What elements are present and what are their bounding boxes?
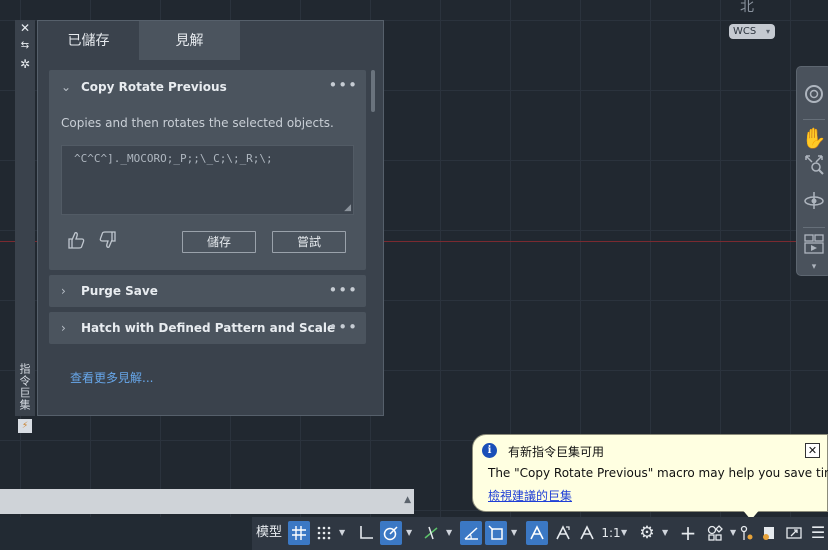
- snap-dropdown-icon[interactable]: ▼: [339, 521, 345, 545]
- card-description: Copies and then rotates the selected obj…: [61, 116, 334, 130]
- save-button[interactable]: 儲存: [182, 231, 256, 253]
- more-options-icon[interactable]: •••: [328, 275, 358, 305]
- workspace-dropdown-icon[interactable]: ▼: [662, 521, 668, 545]
- selection-dropdown-icon[interactable]: ▼: [511, 521, 517, 545]
- auto-hide-icon[interactable]: ⇆: [17, 39, 33, 53]
- steering-wheel-icon[interactable]: [800, 83, 828, 109]
- coordinate-tracking-icon[interactable]: [736, 521, 756, 545]
- command-line[interactable]: ▲: [0, 489, 414, 514]
- chevron-down-icon: ▾: [765, 27, 770, 36]
- isometric-drafting-icon[interactable]: [420, 521, 442, 545]
- annotation-scale-icon[interactable]: [576, 521, 598, 545]
- polar-tracking-icon[interactable]: [380, 521, 402, 545]
- command-macros-palette: 已儲存 見解 ⌄ Copy Rotate Previous ••• Copies…: [37, 20, 384, 416]
- card-title: Copy Rotate Previous: [81, 80, 227, 94]
- try-button[interactable]: 嘗試: [272, 231, 346, 253]
- card-header[interactable]: › Hatch with Defined Pattern and Scale •…: [49, 312, 366, 344]
- nav-divider: [803, 119, 825, 120]
- isometric-dropdown-icon[interactable]: ▼: [446, 521, 452, 545]
- view-suggested-macro-link[interactable]: 檢視建議的巨集: [488, 487, 572, 504]
- customization-menu-icon[interactable]: ☰: [808, 521, 828, 545]
- workspace-gear-icon[interactable]: ⚙: [636, 521, 658, 545]
- auto-scale-icon[interactable]: [552, 521, 574, 545]
- macro-text-field[interactable]: ^C^C^]._MOCORO;_P;;\_C;\;_R;\; ◢: [61, 145, 354, 215]
- more-options-icon[interactable]: •••: [328, 312, 358, 342]
- macro-text: ^C^C^]._MOCORO;_P;;\_C;\;_R;\;: [74, 152, 273, 165]
- wcs-menu[interactable]: WCS ▾: [729, 24, 775, 39]
- notification-message: The "Copy Rotate Previous" macro may hel…: [488, 466, 828, 480]
- pan-hand-icon[interactable]: ✋: [800, 125, 828, 151]
- dynamic-input-angle-icon[interactable]: [460, 521, 482, 545]
- selection-cycling-icon[interactable]: [485, 521, 507, 545]
- palette-title-strip: ✕ ⇆ ✲ 指令巨集 ⚡: [15, 20, 35, 433]
- chevron-up-icon[interactable]: ▲: [404, 495, 411, 505]
- card-title: Purge Save: [81, 284, 158, 298]
- ortho-mode-icon[interactable]: [355, 521, 377, 545]
- see-more-insights-link[interactable]: 查看更多見解...: [70, 369, 153, 386]
- tab-saved[interactable]: 已儲存: [38, 21, 139, 60]
- close-icon[interactable]: ✕: [17, 21, 33, 35]
- zoom-extents-icon[interactable]: [800, 153, 828, 179]
- scale-dropdown-icon[interactable]: ▼: [621, 521, 627, 545]
- properties-gear-icon[interactable]: ✲: [17, 57, 33, 71]
- nav-bar-menu-icon[interactable]: ▾: [800, 261, 828, 273]
- polar-dropdown-icon[interactable]: ▼: [406, 521, 412, 545]
- notification-title: 有新指令巨集可用: [508, 445, 605, 459]
- nav-divider: [803, 227, 825, 228]
- scale-value[interactable]: 1:1: [601, 521, 621, 545]
- card-header[interactable]: › Purge Save •••: [49, 275, 366, 307]
- notification-balloon: i 有新指令巨集可用 ✕ The "Copy Rotate Previous" …: [472, 434, 828, 512]
- close-icon[interactable]: ✕: [805, 443, 820, 458]
- wcs-label: WCS: [733, 26, 757, 37]
- clean-screen-icon[interactable]: [784, 521, 804, 545]
- palette-tabs: 已儲存 見解: [38, 21, 383, 60]
- tab-insights[interactable]: 見解: [139, 21, 240, 60]
- annotation-visibility-icon[interactable]: [526, 521, 548, 545]
- palette-title: 指令巨集: [18, 363, 31, 411]
- card-header[interactable]: ⌄ Copy Rotate Previous •••: [49, 70, 366, 104]
- macro-card-copy-rotate-previous: ⌄ Copy Rotate Previous ••• Copies and th…: [49, 70, 366, 270]
- chevron-down-icon: ⌄: [61, 80, 72, 94]
- viewcube-north-label: 北: [740, 0, 754, 15]
- info-icon: i: [482, 443, 497, 458]
- grid-display-icon[interactable]: [288, 521, 310, 545]
- thumbs-down-icon[interactable]: [97, 230, 119, 252]
- thumbs-up-icon[interactable]: [65, 230, 87, 252]
- snap-mode-icon[interactable]: [314, 521, 334, 545]
- card-title: Hatch with Defined Pattern and Scale: [81, 321, 336, 335]
- model-space-button[interactable]: 模型: [254, 521, 284, 545]
- chevron-right-icon: ›: [61, 321, 66, 335]
- macro-card-purge-save: › Purge Save •••: [49, 275, 366, 307]
- command-macros-icon[interactable]: [758, 521, 780, 545]
- resize-grip-icon[interactable]: ◢: [344, 203, 351, 213]
- more-options-icon[interactable]: •••: [328, 70, 358, 100]
- plus-icon[interactable]: +: [677, 521, 699, 545]
- chevron-right-icon: ›: [61, 284, 66, 298]
- navigation-bar: ✋ ▾: [796, 66, 828, 276]
- showmotion-icon[interactable]: [800, 233, 828, 259]
- macro-card-hatch: › Hatch with Defined Pattern and Scale •…: [49, 312, 366, 344]
- scrollbar[interactable]: [371, 70, 375, 112]
- macro-palette-logo-icon: ⚡: [18, 419, 32, 433]
- isolate-objects-icon[interactable]: [704, 521, 726, 545]
- orbit-icon[interactable]: [800, 189, 828, 215]
